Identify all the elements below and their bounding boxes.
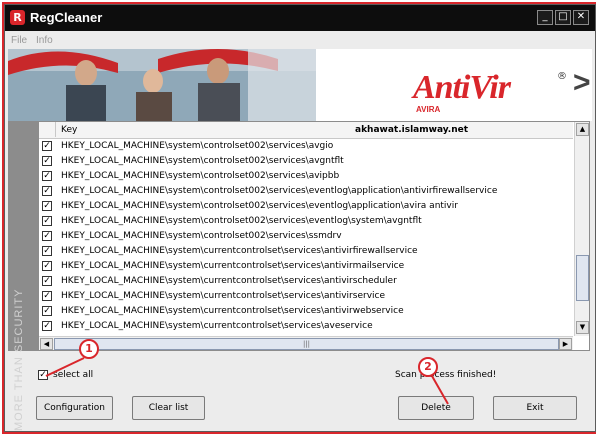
menu-file[interactable]: File — [11, 35, 27, 46]
list-rows: ✓ HKEY_LOCAL_MACHINE\system\controlset002… — [39, 139, 573, 349]
row-checkbox[interactable]: ✓ — [42, 186, 52, 196]
close-button[interactable]: ✕ — [573, 10, 589, 25]
row-checkbox[interactable]: ✓ — [42, 201, 52, 211]
row-checkbox[interactable]: ✓ — [42, 156, 52, 166]
configuration-button[interactable]: Configuration — [36, 396, 113, 420]
row-checkbox[interactable]: ✓ — [42, 291, 52, 301]
status-text: Scan process finished! — [395, 370, 497, 380]
delete-button[interactable]: Delete — [398, 396, 474, 420]
list-item[interactable]: ✓ HKEY_LOCAL_MACHINE\system\controlset002… — [39, 199, 573, 214]
row-checkbox[interactable]: ✓ — [42, 246, 52, 256]
registry-key-text: HKEY_LOCAL_MACHINE\system\currentcontrol… — [61, 291, 385, 301]
list-item[interactable]: ✓ HKEY_LOCAL_MACHINE\system\controlset002… — [39, 154, 573, 169]
header-checkbox-column[interactable] — [39, 122, 56, 137]
list-item[interactable]: ✓ HKEY_LOCAL_MACHINE\system\controlset002… — [39, 184, 573, 199]
registered-mark: ® — [557, 71, 567, 82]
row-checkbox[interactable]: ✓ — [42, 141, 52, 151]
app-icon: R — [10, 10, 25, 25]
list-item[interactable]: ✓ HKEY_LOCAL_MACHINE\system\currentcontro… — [39, 304, 573, 319]
registry-key-text: HKEY_LOCAL_MACHINE\system\controlset002\… — [61, 186, 498, 196]
banner: AntiVir AVIRA ® > — [8, 49, 592, 121]
window-title: RegCleaner — [30, 10, 103, 25]
exit-button[interactable]: Exit — [493, 396, 577, 420]
registry-key-text: HKEY_LOCAL_MACHINE\system\controlset002\… — [61, 156, 344, 166]
row-checkbox[interactable]: ✓ — [42, 216, 52, 226]
list-item[interactable]: ✓ HKEY_LOCAL_MACHINE\system\currentcontro… — [39, 289, 573, 304]
registry-key-text: HKEY_LOCAL_MACHINE\system\currentcontrol… — [61, 321, 373, 331]
banner-photo — [8, 49, 316, 121]
registry-key-text: HKEY_LOCAL_MACHINE\system\currentcontrol… — [61, 306, 404, 316]
list-item[interactable]: ✓ HKEY_LOCAL_MACHINE\system\currentcontro… — [39, 274, 573, 289]
list-item[interactable]: ✓ HKEY_LOCAL_MACHINE\system\currentcontro… — [39, 259, 573, 274]
row-checkbox[interactable]: ✓ — [42, 171, 52, 181]
list-item[interactable]: ✓ HKEY_LOCAL_MACHINE\system\controlset002… — [39, 229, 573, 244]
registry-key-list: Key akhawat.islamway.net ✓ HKEY_LOCAL_MAC… — [38, 121, 590, 351]
registry-key-text: HKEY_LOCAL_MACHINE\system\currentcontrol… — [61, 276, 397, 286]
scroll-left-icon[interactable]: ◀ — [40, 338, 53, 350]
scroll-right-icon[interactable]: ▶ — [559, 338, 572, 350]
registry-key-text: HKEY_LOCAL_MACHINE\system\controlset002\… — [61, 171, 340, 181]
title-bar[interactable]: R RegCleaner _ □ ✕ — [5, 5, 595, 31]
scroll-up-icon[interactable]: ▲ — [576, 123, 589, 136]
callout-badge-1: 1 — [79, 339, 99, 359]
registry-key-text: HKEY_LOCAL_MACHINE\system\controlset002\… — [61, 216, 422, 226]
banner-arrow-icon: > — [573, 66, 591, 99]
list-item[interactable]: ✓ HKEY_LOCAL_MACHINE\system\controlset002… — [39, 214, 573, 229]
horizontal-scroll-thumb[interactable]: ||| — [54, 338, 559, 350]
side-strip: MORE THAN SECURITY — [8, 121, 38, 431]
horizontal-scrollbar[interactable]: ◀ ||| ▶ — [39, 336, 573, 350]
clear-list-button[interactable]: Clear list — [132, 396, 205, 420]
minimize-button[interactable]: _ — [537, 10, 553, 25]
vertical-scrollbar[interactable]: ▲ ▼ — [574, 122, 589, 336]
callout-badge-2: 2 — [418, 357, 438, 377]
antivir-logo: AntiVir — [413, 69, 511, 106]
registry-key-text: HKEY_LOCAL_MACHINE\system\currentcontrol… — [61, 246, 418, 256]
menu-info[interactable]: Info — [36, 35, 53, 46]
row-checkbox[interactable]: ✓ — [42, 261, 52, 271]
row-checkbox[interactable]: ✓ — [42, 321, 52, 331]
registry-key-text: HKEY_LOCAL_MACHINE\system\controlset002\… — [61, 201, 458, 211]
registry-key-text: HKEY_LOCAL_MACHINE\system\currentcontrol… — [61, 261, 405, 271]
scroll-down-icon[interactable]: ▼ — [576, 321, 589, 334]
registry-key-text: HKEY_LOCAL_MACHINE\system\controlset002\… — [61, 141, 334, 151]
list-item[interactable]: ✓ HKEY_LOCAL_MACHINE\system\currentcontro… — [39, 319, 573, 334]
row-checkbox[interactable]: ✓ — [42, 231, 52, 241]
list-item[interactable]: ✓ HKEY_LOCAL_MACHINE\system\currentcontro… — [39, 244, 573, 259]
avira-logo-small: AVIRA — [416, 105, 441, 114]
menu-bar: File Info — [5, 31, 595, 49]
regcleaner-window: R RegCleaner _ □ ✕ File Info AntiVir AVI… — [4, 4, 596, 432]
list-item[interactable]: ✓ HKEY_LOCAL_MACHINE\system\controlset002… — [39, 169, 573, 184]
select-all-label[interactable]: select all — [53, 370, 93, 380]
select-all-checkbox[interactable]: ✓ — [38, 370, 48, 380]
maximize-button[interactable]: □ — [555, 10, 571, 25]
side-strip-text: MORE THAN SECURITY — [13, 288, 25, 431]
watermark-text: akhawat.islamway.net — [355, 125, 469, 135]
vertical-scroll-thumb[interactable] — [576, 255, 589, 301]
row-checkbox[interactable]: ✓ — [42, 306, 52, 316]
row-checkbox[interactable]: ✓ — [42, 276, 52, 286]
column-header-key[interactable]: Key — [61, 125, 77, 135]
list-item[interactable]: ✓ HKEY_LOCAL_MACHINE\system\controlset002… — [39, 139, 573, 154]
registry-key-text: HKEY_LOCAL_MACHINE\system\controlset002\… — [61, 231, 342, 241]
list-header: Key akhawat.islamway.net — [39, 122, 573, 139]
